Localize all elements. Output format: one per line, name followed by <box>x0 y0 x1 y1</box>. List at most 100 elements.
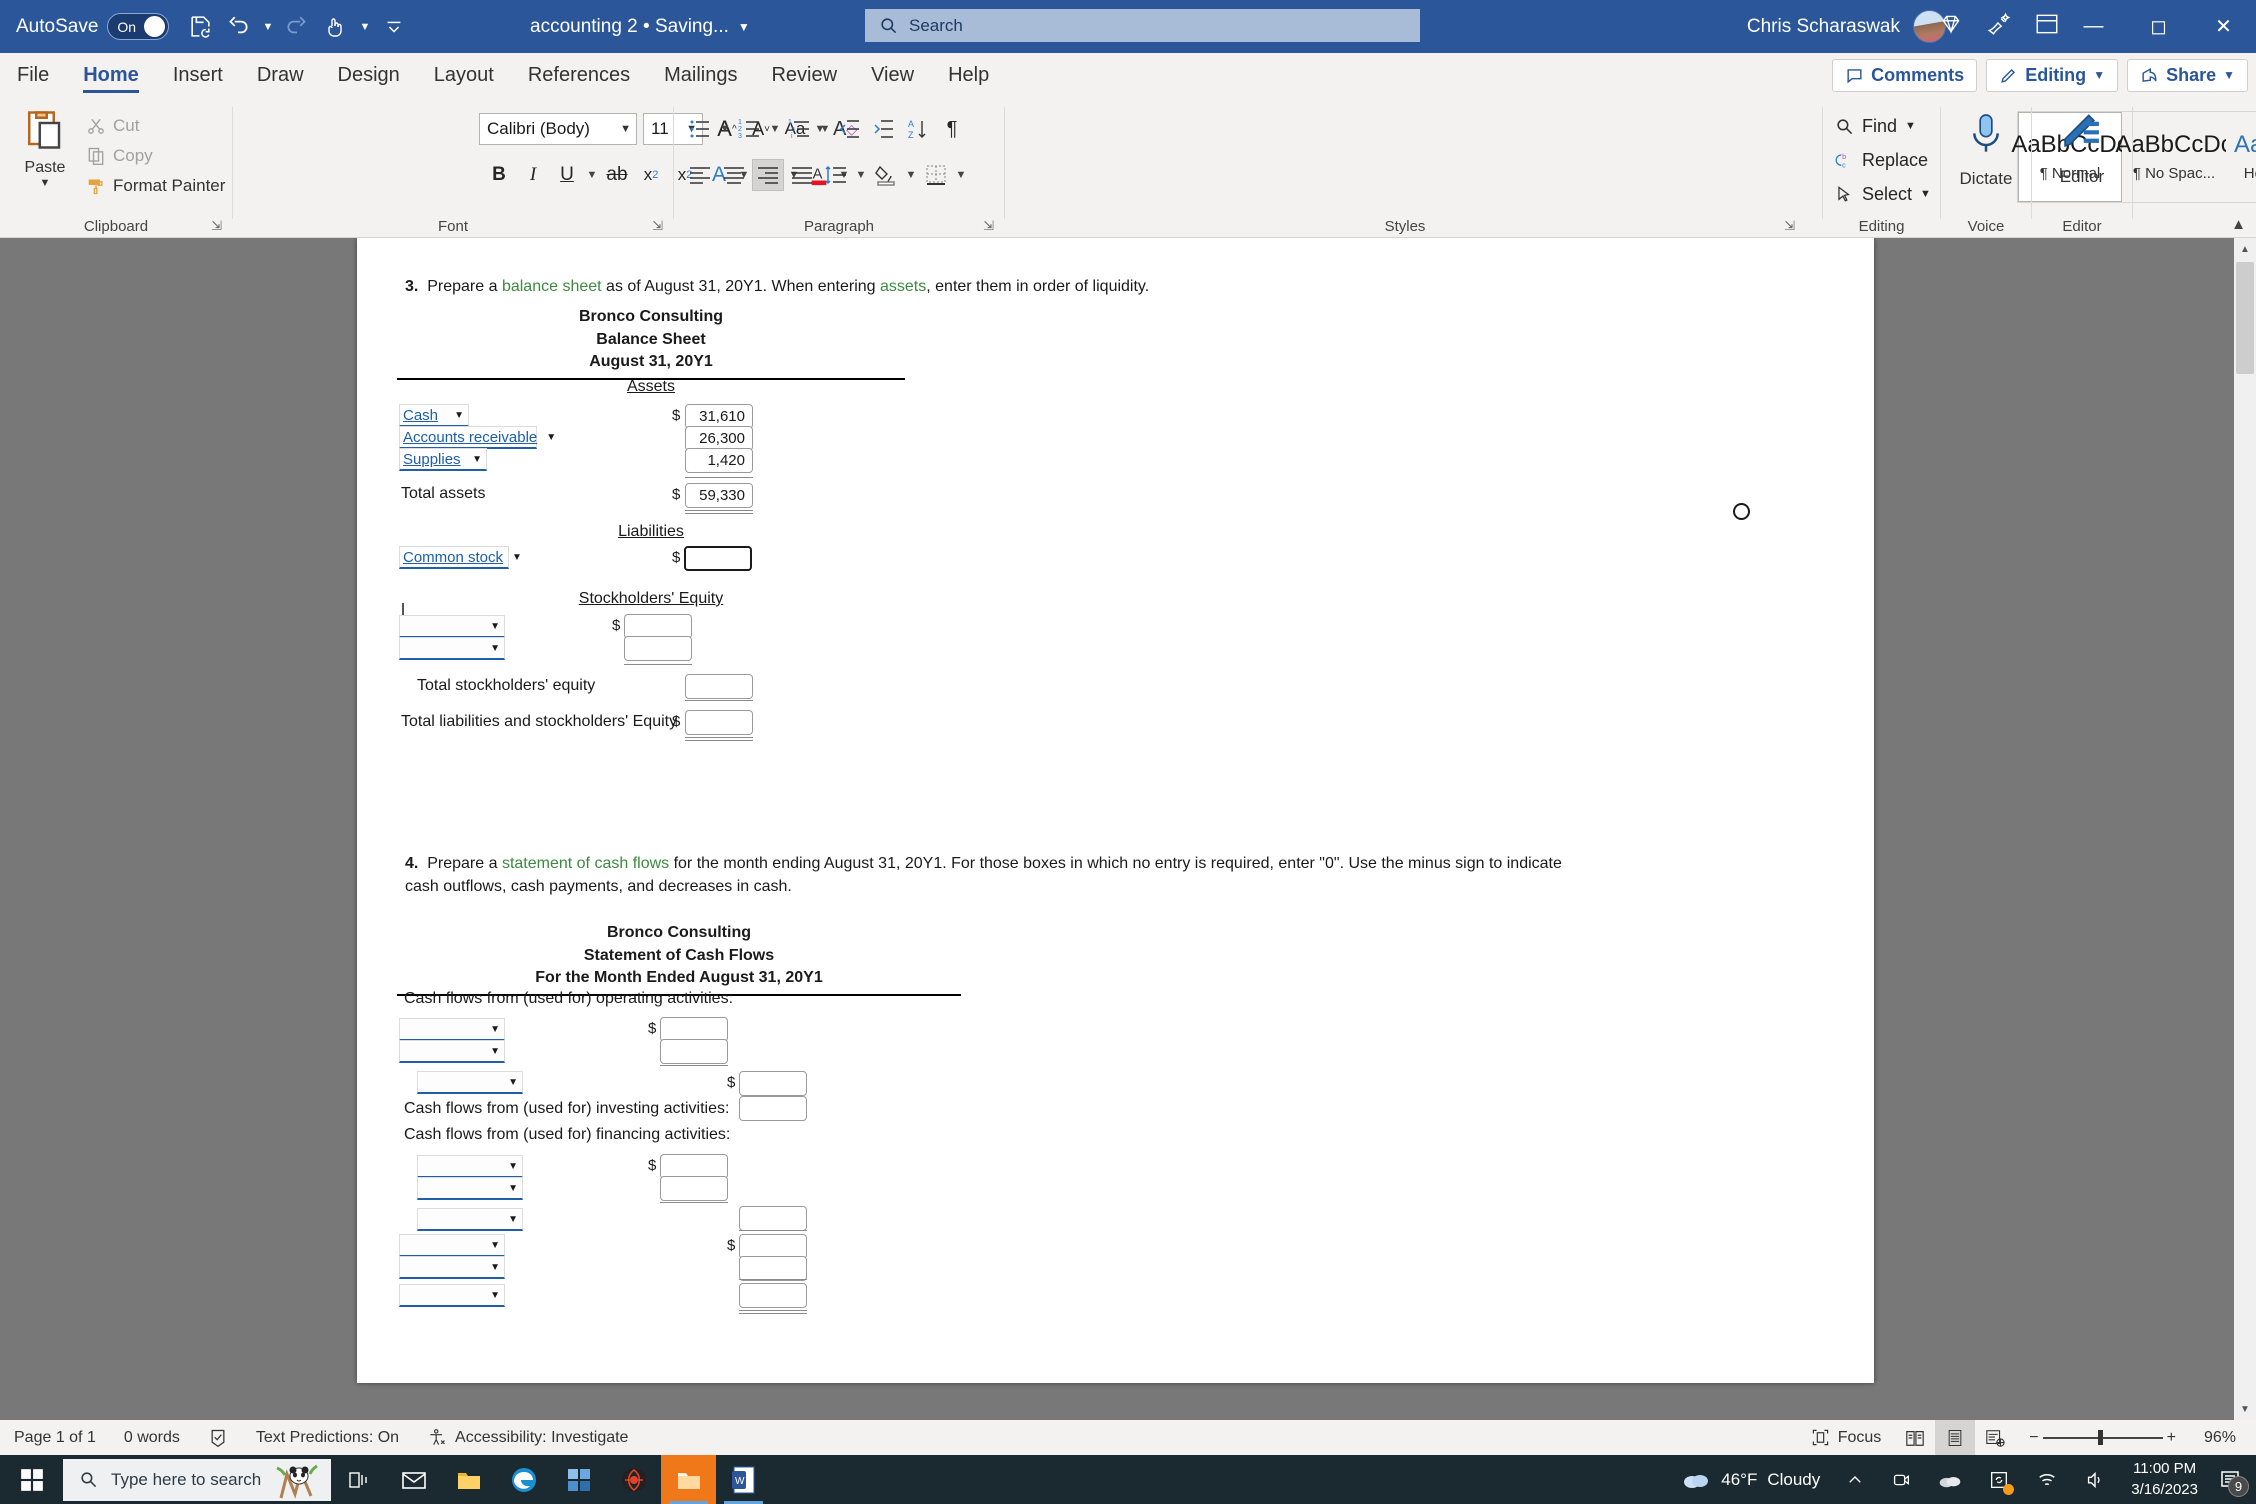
bullets-icon[interactable] <box>684 113 716 145</box>
scroll-thumb[interactable] <box>2236 262 2254 374</box>
supplies-amount-input[interactable]: 1,420 <box>685 448 753 473</box>
network-icon[interactable] <box>2023 1455 2071 1504</box>
select-button[interactable]: Select ▼ <box>1835 177 1931 211</box>
justify-icon[interactable] <box>786 159 818 191</box>
cf-amount-input-2[interactable] <box>660 1039 728 1064</box>
copy-button[interactable]: Copy <box>86 141 225 171</box>
italic-icon[interactable]: I <box>517 159 549 191</box>
chevron-down-icon[interactable]: ▼ <box>490 643 500 654</box>
read-mode-button[interactable] <box>1895 1420 1935 1455</box>
zoom-slider[interactable] <box>2042 1420 2163 1455</box>
cut-button[interactable]: Cut <box>86 111 225 141</box>
cf-dropdown-3[interactable]: ▼ <box>417 1071 523 1094</box>
cf-amount-input-4[interactable] <box>739 1096 807 1121</box>
minimize-button[interactable]: — <box>2061 0 2126 53</box>
subscript-icon[interactable]: x2 <box>635 159 667 191</box>
taskbar-word-app[interactable]: W <box>716 1455 771 1504</box>
close-button[interactable]: ✕ <box>2191 0 2256 53</box>
document-title-area[interactable]: accounting 2 • Saving... ▼ <box>530 0 750 53</box>
bullets-dropdown-icon[interactable]: ▼ <box>718 123 732 135</box>
cf-amount-input-9[interactable] <box>739 1256 807 1281</box>
clipboard-dialog-launcher[interactable]: ⇲ <box>211 218 222 234</box>
dictate-button[interactable]: Dictate <box>1949 109 2023 189</box>
tab-references[interactable]: References <box>511 53 647 97</box>
find-dropdown-icon[interactable]: ▼ <box>1905 120 1916 132</box>
focus-button[interactable]: Focus <box>1797 1420 1896 1455</box>
word-search-box[interactable]: Search <box>865 9 1420 42</box>
undo-dropdown-icon[interactable]: ▼ <box>259 10 276 44</box>
borders-icon[interactable] <box>920 159 952 191</box>
touch-mode-icon[interactable] <box>318 10 352 44</box>
zoom-level[interactable]: 96% <box>2190 1420 2250 1455</box>
zoom-in-button[interactable]: + <box>2163 1420 2190 1455</box>
numbering-dropdown-icon[interactable]: ▼ <box>768 123 782 135</box>
paste-button[interactable]: Paste ▼ <box>14 107 76 189</box>
cf-amount-input-6[interactable] <box>660 1176 728 1201</box>
align-center-icon[interactable] <box>718 159 750 191</box>
cash-dropdown[interactable]: Cash ▼ <box>399 404 469 427</box>
sort-icon[interactable]: A Z <box>902 113 934 145</box>
chevron-down-icon[interactable]: ▼ <box>508 1077 518 1088</box>
underline-icon[interactable]: U <box>551 159 583 191</box>
shading-dropdown-icon[interactable]: ▼ <box>904 169 918 181</box>
chevron-down-icon[interactable]: ▼ <box>490 1024 500 1035</box>
replace-button[interactable]: b c Replace <box>1835 143 1931 177</box>
save-icon[interactable] <box>183 10 217 44</box>
equity-dropdown-2[interactable]: ▼ <box>399 637 505 660</box>
style-heading-1[interactable]: AaBbCс Heading 1 <box>2226 112 2256 202</box>
tab-layout[interactable]: Layout <box>417 53 511 97</box>
chevron-down-icon[interactable]: ▼ <box>2093 68 2105 82</box>
chevron-down-icon[interactable]: ▼ <box>620 123 631 135</box>
equity-amount-input-2[interactable] <box>624 636 692 661</box>
line-spacing-icon[interactable] <box>820 159 852 191</box>
tab-mailings[interactable]: Mailings <box>647 53 754 97</box>
cf-dropdown-7[interactable]: ▼ <box>417 1208 523 1231</box>
document-title-dropdown-icon[interactable]: ▼ <box>738 20 750 34</box>
editing-button[interactable]: Editing ▼ <box>1986 58 2119 92</box>
borders-dropdown-icon[interactable]: ▼ <box>954 169 968 181</box>
accounts-receivable-dropdown[interactable]: Accounts receivable ▼ <box>399 426 556 449</box>
document-scrollbar[interactable]: ▲ ▼ <box>2234 238 2256 1420</box>
task-view-button[interactable] <box>331 1455 386 1504</box>
weather-widget[interactable]: 46°F Cloudy <box>1668 1455 1833 1504</box>
total-liab-equity-input[interactable] <box>685 710 753 735</box>
font-name-input[interactable]: Calibri (Body) ▼ <box>479 113 637 145</box>
taskbar-file-explorer-active[interactable] <box>661 1455 716 1504</box>
accessibility-status[interactable]: Accessibility: Investigate <box>413 1420 642 1455</box>
zoom-out-button[interactable]: − <box>2015 1420 2042 1455</box>
onedrive-icon[interactable] <box>1925 1455 1975 1504</box>
chevron-down-icon[interactable]: ▼ <box>490 621 500 632</box>
print-layout-button[interactable] <box>1935 1420 1976 1455</box>
chevron-down-icon[interactable]: ▼ <box>490 1262 500 1273</box>
format-painter-button[interactable]: Format Painter <box>86 171 225 201</box>
chevron-down-icon[interactable]: ▼ <box>508 1183 518 1194</box>
underline-dropdown-icon[interactable]: ▼ <box>585 169 599 181</box>
maximize-button[interactable]: ◻ <box>2126 0 2191 53</box>
proofing-status[interactable] <box>194 1420 242 1455</box>
cf-dropdown-9[interactable]: ▼ <box>399 1256 505 1279</box>
start-button[interactable] <box>0 1455 63 1504</box>
bold-icon[interactable]: B <box>483 159 515 191</box>
select-dropdown-icon[interactable]: ▼ <box>1920 188 1931 200</box>
scroll-down-icon[interactable]: ▼ <box>2234 1398 2256 1420</box>
paste-dropdown-icon[interactable]: ▼ <box>14 177 76 189</box>
common-stock-dropdown[interactable]: Common stock ▼ <box>399 546 522 569</box>
scroll-up-icon[interactable]: ▲ <box>2234 238 2256 260</box>
chevron-down-icon[interactable]: ▼ <box>472 454 482 465</box>
cf-amount-input-10[interactable] <box>739 1283 807 1308</box>
show-formatting-marks-icon[interactable]: ¶ <box>936 113 968 145</box>
numbering-icon[interactable]: 1 2 3 <box>734 113 766 145</box>
chevron-down-icon[interactable]: ▼ <box>490 1290 500 1301</box>
notification-center-button[interactable]: 9 <box>2210 1455 2256 1504</box>
collapse-ribbon-icon[interactable]: ▲ <box>2231 216 2246 233</box>
tab-help[interactable]: Help <box>931 53 1006 97</box>
taskbar-mail-app[interactable] <box>386 1455 441 1504</box>
chevron-down-icon[interactable]: ▼ <box>454 410 464 421</box>
text-predictions[interactable]: Text Predictions: On <box>242 1420 413 1455</box>
chevron-down-icon[interactable]: ▼ <box>546 432 556 443</box>
tab-insert[interactable]: Insert <box>156 53 240 97</box>
diamond-icon[interactable] <box>1938 11 1964 43</box>
ink-pen-icon[interactable] <box>1986 11 2012 43</box>
document-page[interactable]: 3. Prepare a balance sheet as of August … <box>357 238 1874 1383</box>
taskbar-file-explorer-app[interactable] <box>441 1455 496 1504</box>
